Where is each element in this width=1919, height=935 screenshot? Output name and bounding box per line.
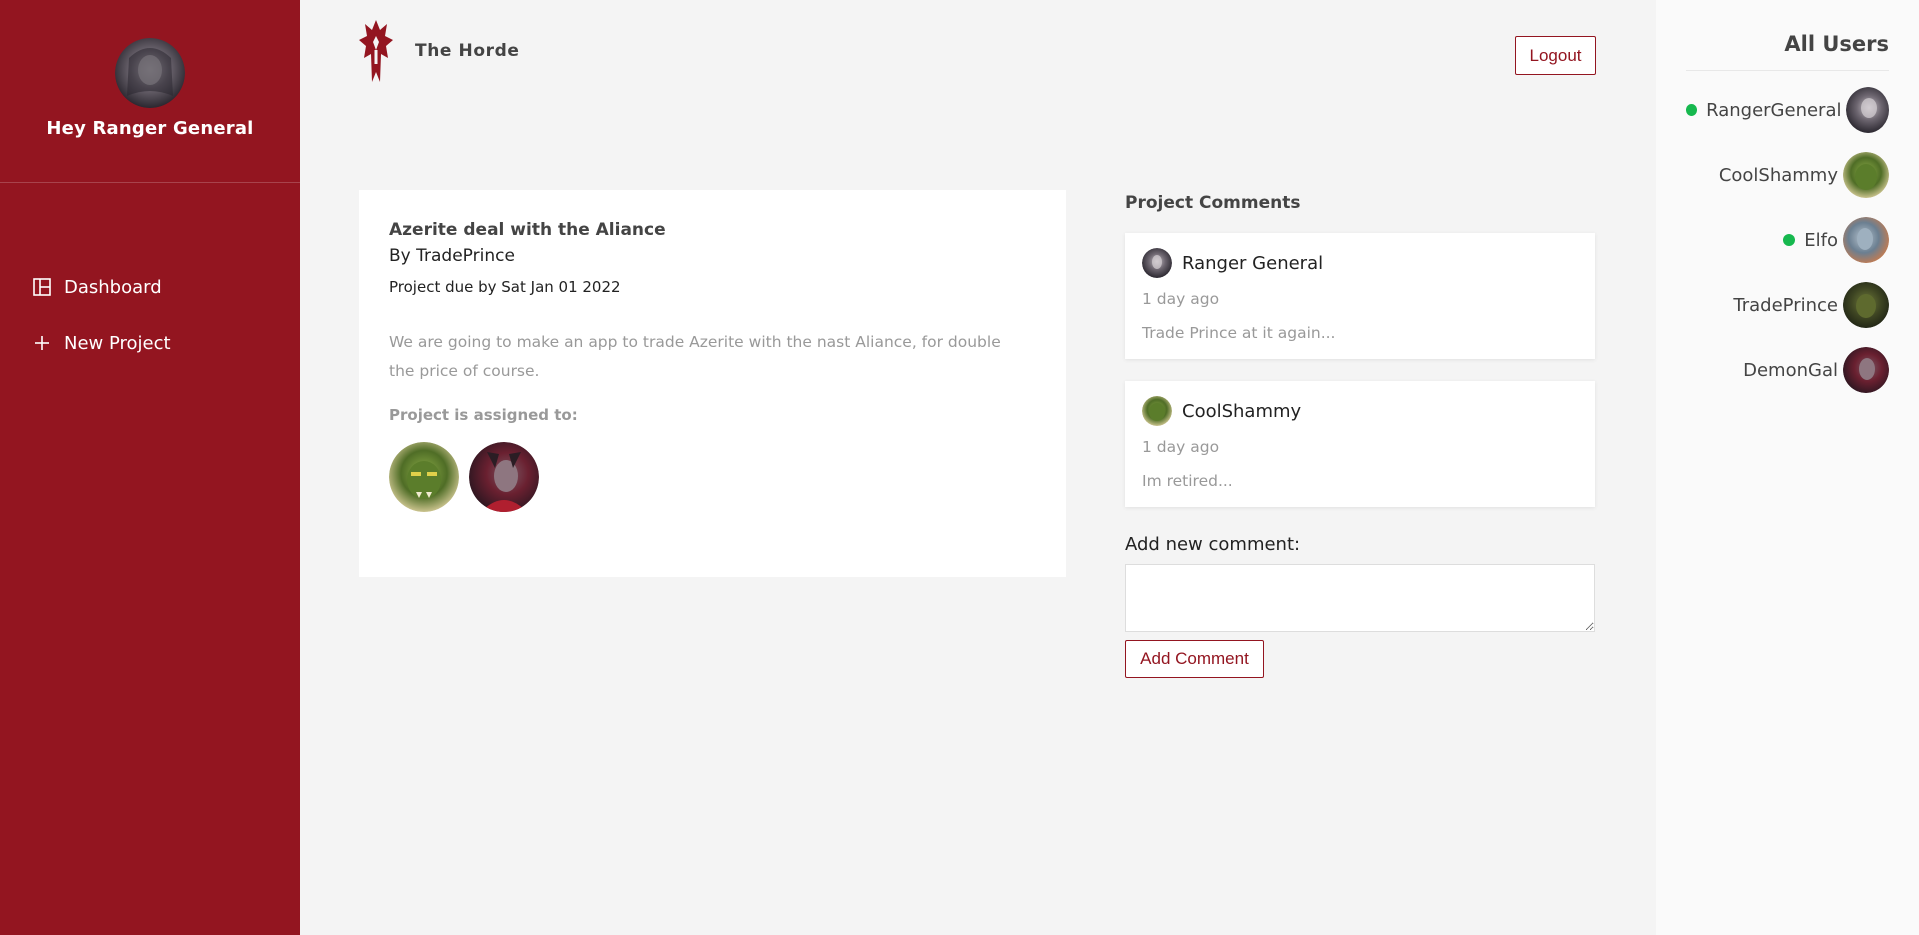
plus-icon: [32, 333, 52, 353]
dashboard-icon: [32, 277, 52, 297]
project-card: Azerite deal with the Aliance By TradePr…: [359, 190, 1066, 577]
avatar: [115, 38, 185, 108]
horde-logo-icon: [357, 20, 395, 82]
logout-button[interactable]: Logout: [1515, 36, 1596, 75]
brand: The Horde: [357, 20, 520, 82]
comment-header: Ranger General: [1142, 248, 1578, 278]
user-name: RangerGeneral: [1706, 99, 1842, 121]
comment-time: 1 day ago: [1142, 438, 1220, 456]
sidebar-item-label: New Project: [64, 332, 171, 354]
users-title: All Users: [1686, 0, 1889, 71]
avatar: [1843, 152, 1889, 198]
user-item-rangergeneral[interactable]: RangerGeneral: [1686, 87, 1889, 133]
comment-author: CoolShammy: [1182, 400, 1302, 422]
user-name: DemonGal: [1743, 359, 1838, 381]
user-item-demongal[interactable]: DemonGal: [1686, 347, 1889, 393]
project-title: Azerite deal with the Aliance: [389, 220, 666, 240]
add-comment-label: Add new comment:: [1125, 534, 1301, 555]
user-name: TradePrince: [1733, 294, 1838, 316]
comment-text: Im retired...: [1142, 472, 1233, 490]
comment-text: Trade Prince at it again...: [1142, 324, 1336, 342]
user-name: CoolShammy: [1718, 164, 1838, 186]
users-panel: All Users RangerGeneral CoolShammy Elfo …: [1656, 0, 1919, 935]
assigned-avatar-coolshammy: [389, 442, 459, 512]
sidebar-user: Hey Ranger General: [0, 0, 300, 183]
avatar: [1142, 396, 1172, 426]
app-title: The Horde: [415, 41, 520, 61]
user-name: Elfo: [1804, 229, 1838, 251]
sidebar: Hey Ranger General Dashboard New Project: [0, 0, 300, 935]
project-description: We are going to make an app to trade Aze…: [389, 333, 1001, 380]
comments-heading: Project Comments: [1125, 193, 1301, 213]
assigned-avatar-demongal: [469, 442, 539, 512]
sidebar-item-dashboard[interactable]: Dashboard: [32, 273, 300, 301]
add-comment-button[interactable]: Add Comment: [1125, 640, 1264, 678]
project-due-date: Project due by Sat Jan 01 2022: [389, 278, 621, 296]
avatar: [1142, 248, 1172, 278]
comments-section: Project Comments Ranger General 1 day ag…: [1125, 190, 1595, 678]
online-indicator: [1783, 234, 1796, 246]
user-item-coolshammy[interactable]: CoolShammy: [1686, 152, 1889, 198]
assigned-label: Project is assigned to:: [389, 406, 578, 424]
comment-header: CoolShammy: [1142, 396, 1578, 426]
sidebar-item-new-project[interactable]: New Project: [32, 329, 300, 357]
header: The Horde Logout: [300, 0, 1656, 110]
project-author: By TradePrince: [389, 246, 515, 266]
avatar: [1843, 217, 1889, 263]
online-indicator: [1686, 104, 1698, 116]
comment-author: Ranger General: [1182, 252, 1324, 274]
comment-input[interactable]: [1125, 564, 1595, 632]
avatar: [1843, 347, 1889, 393]
users-list: RangerGeneral CoolShammy Elfo TradePrinc…: [1686, 87, 1889, 393]
user-item-tradeprince[interactable]: TradePrince: [1686, 282, 1889, 328]
greeting: Hey Ranger General: [46, 118, 254, 139]
comment-time: 1 day ago: [1142, 290, 1220, 308]
sidebar-nav: Dashboard New Project: [0, 183, 300, 357]
avatar: [1846, 87, 1889, 133]
user-item-elfo[interactable]: Elfo: [1686, 217, 1889, 263]
avatar: [1843, 282, 1889, 328]
comment-card: Ranger General 1 day ago Trade Prince at…: [1125, 233, 1595, 359]
assigned-users: [389, 442, 1036, 512]
sidebar-item-label: Dashboard: [64, 276, 162, 298]
comment-card: CoolShammy 1 day ago Im retired...: [1125, 381, 1595, 507]
